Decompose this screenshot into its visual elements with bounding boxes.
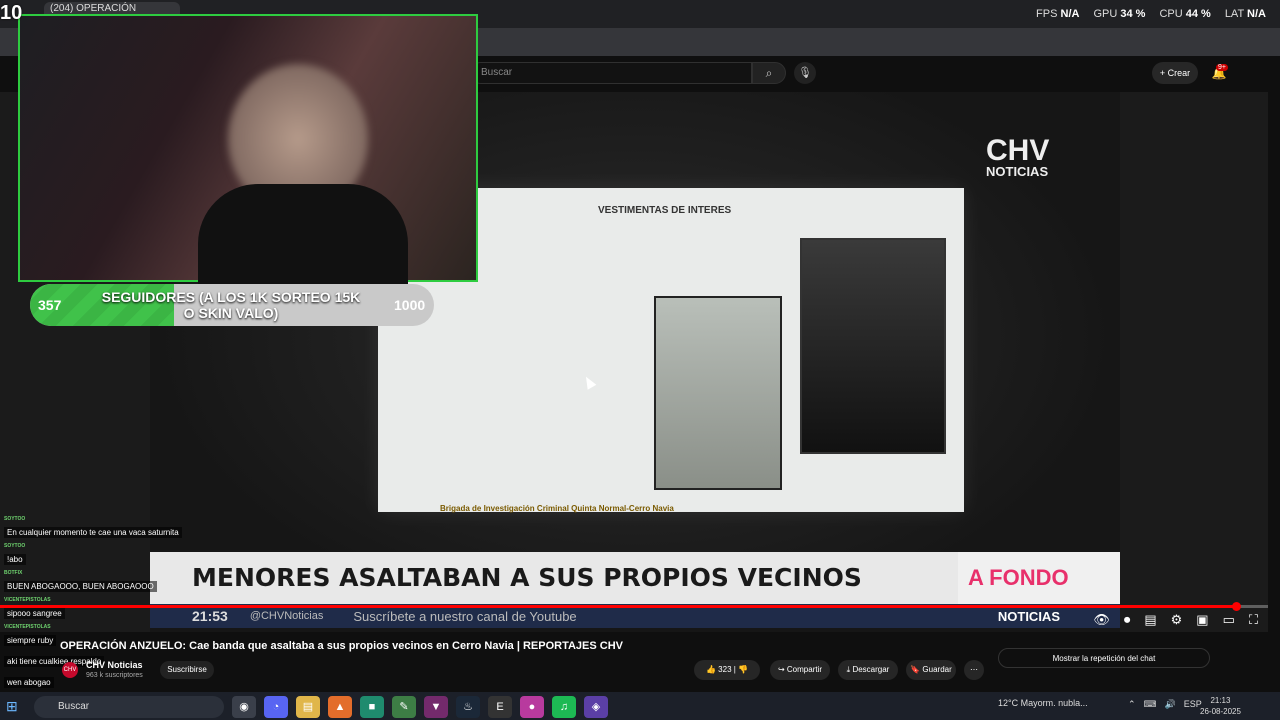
app-icon[interactable]: ● [520, 696, 544, 718]
fps-label: FPS [1036, 8, 1058, 20]
chat-message: SOYTOO !abo [4, 543, 196, 567]
search-input[interactable]: Buscar [470, 62, 752, 84]
logo-bottom: NOTICIAS [986, 164, 1049, 179]
notification-badge: 9+ [1216, 64, 1228, 71]
slide-photo-1 [654, 296, 782, 490]
thumbs-up-icon: 👍 [705, 665, 716, 674]
epic-games-icon[interactable]: E [488, 696, 512, 718]
chat-username: VICENTEPISTOLAS [4, 624, 51, 630]
lat-value: N/A [1247, 8, 1266, 20]
eye-icon[interactable]: 👁 [1093, 612, 1110, 628]
news-ticker: MENORES ASALTABAN A SUS PROPIOS VECINOS [150, 552, 958, 604]
streamer-body [198, 184, 408, 294]
windows-start-icon[interactable]: ⊞ [6, 698, 18, 715]
chat-text: BUEN ABOGAOOO, BUEN ABOGAOOO [4, 581, 157, 592]
captions-icon[interactable]: ▤ [1144, 612, 1156, 628]
weather-widget[interactable]: 12°C Mayorm. nubla... [998, 698, 1088, 708]
clock-date: 26-08-2025 [1200, 707, 1241, 716]
avatar[interactable]: CHV [62, 662, 78, 678]
channel-name[interactable]: CHV Noticias [86, 660, 143, 670]
share-button[interactable]: ↪ Compartir [770, 660, 830, 680]
follower-count: 357 [38, 297, 62, 313]
chat-username: VICENTEPISTOLAS [4, 597, 51, 603]
save-button[interactable]: 🔖 Guardar [906, 660, 956, 680]
news-clock: 21:53 [192, 608, 228, 624]
spotify-icon[interactable]: ♫ [552, 696, 576, 718]
create-button[interactable]: + Crear [1152, 62, 1198, 84]
chat-message: BOTFIX BUEN ABOGAOOO, BUEN ABOGAOOO [4, 570, 196, 594]
subscriber-count: 963 k suscriptores [86, 672, 143, 679]
like-button[interactable]: 👍 323 | 👎 [694, 660, 760, 680]
share-icon: ↪ [777, 665, 785, 674]
search-icon[interactable]: ⌕ [752, 62, 786, 84]
discord-icon[interactable]: ◔ [264, 696, 288, 718]
news-brand: NOTICIAS [997, 608, 1060, 624]
mic-icon[interactable]: 🎙 [794, 62, 816, 84]
share-label: Compartir [786, 665, 823, 674]
chat-text: sipooo sangree [4, 608, 65, 619]
chat-username: SOYTOO [4, 543, 26, 549]
save-label: Guardar [922, 665, 952, 674]
slide-title: VESTIMENTAS DE INTERES [598, 205, 732, 216]
chat-text: siempre ruby [4, 635, 57, 646]
cpu-label: CPU [1159, 8, 1183, 20]
chrome-icon[interactable]: ◉ [232, 696, 256, 718]
obs-icon[interactable]: ◈ [584, 696, 608, 718]
player-controls: 👁 ⏺ ▤ ⚙ ▣ ▭ ⛶ [1093, 612, 1258, 628]
theater-icon[interactable]: ▭ [1223, 612, 1235, 628]
corner-number: 10 [0, 2, 23, 24]
news-handle: @CHVNoticias [249, 610, 324, 622]
download-icon: ⤓ [846, 665, 851, 674]
taskbar-search-input[interactable]: Buscar [34, 696, 224, 718]
cpu-value: 44 % [1185, 8, 1211, 20]
network-icon[interactable]: ⌨ [1144, 699, 1157, 710]
gpu-value: 34 % [1120, 8, 1146, 20]
more-icon[interactable]: ⋯ [964, 660, 984, 680]
fps-value: N/A [1060, 8, 1080, 20]
thumbs-down-icon: 👎 [738, 665, 749, 674]
gpu-label: GPU [1093, 8, 1118, 20]
bookmark-icon: 🔖 [910, 665, 921, 674]
settings-icon[interactable]: ⚙ [1171, 612, 1183, 628]
performance-overlay: FPS N/A GPU 34 % CPU 44 % LAT N/A [1036, 8, 1266, 20]
create-label: Crear [1167, 68, 1191, 78]
app-icon[interactable]: ▼ [424, 696, 448, 718]
chv-logo: CHV NOTICIAS [986, 136, 1049, 180]
video-title: OPERACIÓN ANZUELO: Cae banda que asaltab… [60, 640, 623, 652]
subscribe-banner: Suscríbete a nuestro canal de Youtube [353, 608, 577, 624]
slide-footer: Brigada de Investigación Criminal Quinta… [440, 504, 674, 513]
volume-icon[interactable]: 🔊 [1165, 699, 1176, 710]
like-count: 323 [718, 665, 732, 674]
chat-username: SOYTOO [4, 516, 26, 522]
app-icon[interactable]: ✎ [392, 696, 416, 718]
system-clock[interactable]: 21:13 26-08-2025 [1200, 695, 1241, 717]
system-tray: ⌃ ⌨ 🔊 ESP [1128, 699, 1202, 710]
chat-message: VICENTEPISTOLAS sipooo sangree [4, 597, 196, 621]
ticker-section: A FONDO [958, 552, 1120, 604]
chat-text: wen abogao [4, 677, 54, 688]
autoplay-toggle-icon[interactable]: ⏺ [1124, 612, 1131, 628]
chat-username: BOTFIX [4, 570, 23, 576]
fullscreen-icon[interactable]: ⛶ [1249, 612, 1258, 628]
chat-message: SOYTOO En cualquier momento te cae una va… [4, 516, 196, 540]
subscribe-button[interactable]: Suscribirse [160, 661, 214, 679]
chevron-up-icon[interactable]: ⌃ [1128, 699, 1136, 710]
download-label: Descargar [852, 665, 890, 674]
folder-icon[interactable]: ▤ [296, 696, 320, 718]
follower-goal: 1000 [394, 297, 426, 313]
lat-label: LAT [1224, 8, 1244, 20]
steam-icon[interactable]: ♨ [456, 696, 480, 718]
chat-text: En cualquier momento te cae una vaca sat… [4, 527, 182, 538]
clock-time: 21:13 [1210, 696, 1231, 705]
logo-top: CHV [986, 134, 1050, 167]
app-icon[interactable]: ■ [360, 696, 384, 718]
download-button[interactable]: ⤓ Descargar [838, 660, 898, 680]
app-icon[interactable]: ▲ [328, 696, 352, 718]
miniplayer-icon[interactable]: ▣ [1196, 612, 1208, 628]
taskbar-apps: ◉ ◔ ▤ ▲ ■ ✎ ▼ ♨ E ● ♫ ◈ [232, 696, 608, 718]
chat-text: !abo [4, 554, 26, 565]
slide-photo-2 [800, 238, 946, 454]
chat-replay-button[interactable]: Mostrar la repetición del chat [998, 648, 1210, 668]
follower-goal-text: SEGUIDORES (A LOS 1K SORTEO 15K O SKIN V… [101, 289, 361, 321]
